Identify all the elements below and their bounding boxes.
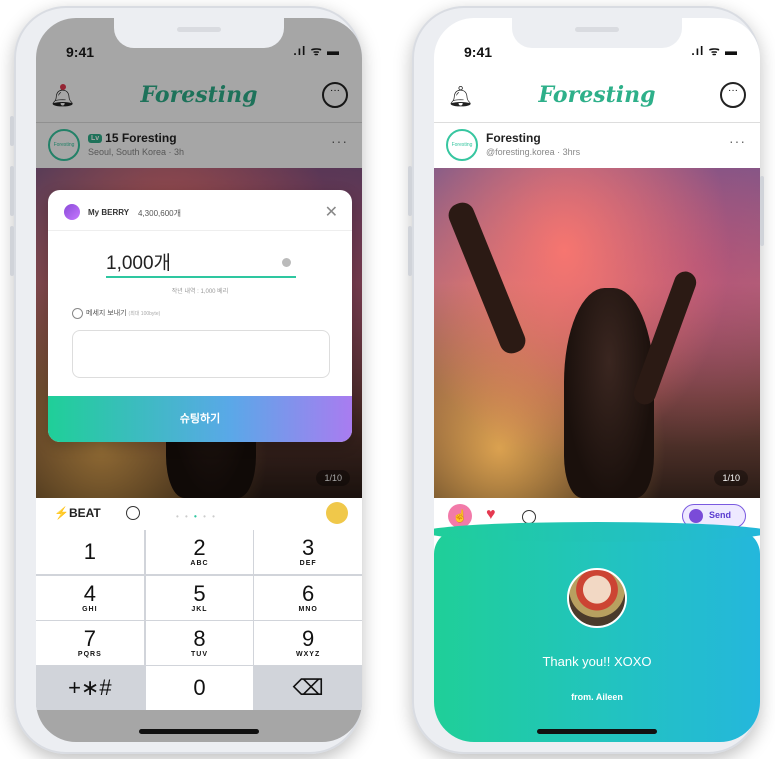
message-label: 메세지 보내기 (최대 100byte) — [86, 308, 160, 318]
volume-up-button — [10, 166, 14, 216]
berry-label: My BERRY — [88, 208, 130, 217]
key-digit: 5 — [193, 581, 206, 606]
photo-pager: • • • • • — [176, 512, 217, 521]
close-icon[interactable]: ✕ — [325, 202, 338, 222]
key-symbols[interactable]: +∗# — [36, 666, 144, 710]
post-header: Foresting Foresting @foresting.korea · 3… — [434, 122, 760, 169]
key-letters: WXYZ — [296, 651, 321, 658]
clear-input-icon[interactable] — [282, 258, 291, 267]
screen-right: 9:41 .ıl ᯤ ▬ 🔔︎ Foresting ··· Foresting … — [434, 18, 760, 742]
screen-left: 9:41 .ıl ᯤ ▬ 🔔︎ Foresting ··· Foresting … — [36, 18, 362, 742]
sender-avatar — [567, 568, 627, 628]
thank-you-message: Thank you!! XOXO — [542, 654, 652, 669]
post-author[interactable]: Foresting — [486, 131, 541, 145]
key-7[interactable]: 7 PQRS — [36, 621, 144, 665]
key-digit: 0 — [193, 675, 206, 700]
amount-hint: 작년 내역 : 1,000 베리 — [171, 289, 229, 295]
key-digit: +∗# — [68, 675, 112, 700]
key-letters: MNO — [298, 606, 318, 613]
key-1[interactable]: 1 — [36, 530, 144, 574]
berry-balance: 4,300,600개 — [138, 209, 181, 218]
key-8[interactable]: 8 TUV — [145, 621, 254, 665]
comment-icon[interactable] — [126, 506, 140, 520]
heart-icon[interactable]: ♥ — [486, 506, 496, 524]
key-2[interactable]: 2 ABC — [145, 530, 254, 574]
action-bar: ⚡BEAT • • • • • — [36, 498, 362, 530]
key-4[interactable]: 4 GHI — [36, 576, 144, 620]
post-handle: @foresting.korea · 3hrs — [486, 147, 581, 157]
signal-wifi-battery-icon: .ıl ᯤ ▬ — [293, 44, 340, 58]
post-photo: 1/10 — [434, 168, 760, 498]
volume-down-button — [408, 226, 412, 276]
power-button — [760, 176, 764, 246]
message-label-text: 메세지 보내기 — [86, 310, 127, 317]
key-digit: ⌫ — [292, 675, 324, 700]
key-digit: 4 — [83, 581, 96, 606]
notch — [114, 18, 284, 48]
home-indicator[interactable] — [139, 729, 259, 734]
key-digit: 8 — [193, 626, 206, 651]
beat-label: BEAT — [68, 506, 101, 520]
key-0[interactable]: 0 — [145, 666, 254, 710]
key-digit: 3 — [302, 535, 315, 560]
berry-modal: My BERRY 4,300,600개 ✕ 1,000개 작년 내역 : 1,0… — [48, 190, 352, 442]
key-9[interactable]: 9 WXYZ — [254, 621, 362, 665]
key-5[interactable]: 5 JKL — [145, 576, 254, 620]
beat-button[interactable]: ⚡BEAT — [54, 506, 101, 520]
key-digit: 9 — [302, 626, 315, 651]
key-letters: GHI — [82, 606, 98, 613]
amount-input[interactable]: 1,000개 — [106, 248, 296, 278]
key-letters: DEF — [299, 560, 317, 567]
key-backspace[interactable]: ⌫ — [254, 666, 362, 710]
berry-coin-icon[interactable] — [326, 502, 348, 524]
key-letters: ABC — [190, 560, 209, 567]
key-3[interactable]: 3 DEF — [254, 530, 362, 574]
key-digit: 2 — [193, 535, 206, 560]
key-letters: JKL — [191, 606, 208, 613]
key-digit: 7 — [83, 626, 96, 651]
notch — [512, 18, 682, 48]
home-indicator[interactable] — [537, 729, 657, 734]
signal-wifi-battery-icon: .ıl ᯤ ▬ — [691, 44, 738, 58]
key-6[interactable]: 6 MNO — [254, 576, 362, 620]
divider — [48, 230, 352, 231]
status-time: 9:41 — [464, 44, 493, 60]
mute-switch — [10, 116, 14, 146]
berry-icon — [689, 509, 703, 523]
phone-left: 9:41 .ıl ᯤ ▬ 🔔︎ Foresting ··· Foresting … — [10, 6, 362, 754]
photo-counter: 1/10 — [714, 470, 748, 486]
more-options-icon[interactable]: ··· — [729, 133, 746, 149]
thank-you-panel: Thank you!! XOXO from. Aileen — [434, 522, 760, 742]
app-bar: 🔔︎ Foresting ··· — [434, 76, 760, 122]
key-letters: TUV — [190, 651, 208, 658]
shoot-button[interactable]: 슈팅하기 — [48, 396, 352, 442]
volume-down-button — [10, 226, 14, 276]
berry-icon — [64, 204, 80, 220]
numeric-keypad: 1 2 ABC 3 DEF 4 GHI 5 JKL 6 MNO 7 PQRS 8 TUV 9 WXYZ +∗# 0 ⌫ — [36, 530, 362, 710]
phone-right: 9:41 .ıl ᯤ ▬ 🔔︎ Foresting ··· Foresting … — [408, 6, 764, 754]
volume-up-button — [408, 166, 412, 216]
photo-figure-arm — [444, 198, 530, 358]
key-digit: 1 — [83, 539, 96, 564]
avatar[interactable]: Foresting — [446, 129, 478, 161]
key-letters: PQRS — [77, 651, 102, 658]
message-textarea[interactable] — [72, 330, 330, 378]
message-limit: (최대 100byte) — [128, 311, 161, 317]
send-label: Send — [709, 510, 732, 520]
chat-icon[interactable]: ··· — [720, 82, 746, 108]
status-time: 9:41 — [66, 44, 95, 60]
brand-logo: Foresting — [538, 82, 656, 108]
wave-decoration — [434, 522, 760, 542]
key-digit: 6 — [302, 581, 315, 606]
message-checkbox[interactable] — [72, 308, 83, 319]
sender-name: from. Aileen — [571, 692, 623, 702]
